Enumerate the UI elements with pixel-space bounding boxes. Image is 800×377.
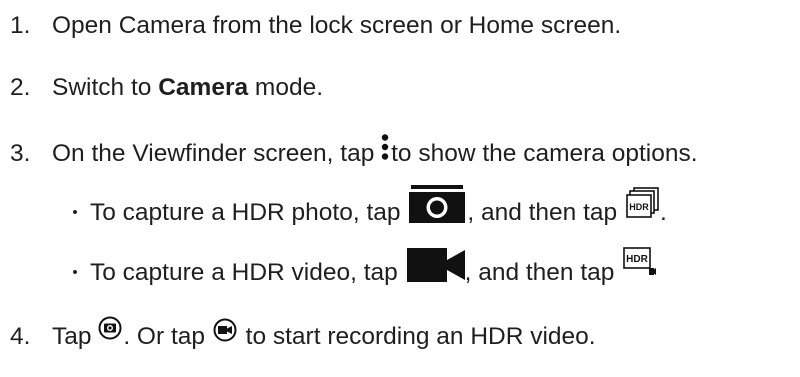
step-text: Open Camera from the lock screen or Home… bbox=[52, 12, 622, 39]
substep-text-middle: , and then tap bbox=[464, 258, 622, 286]
step-4: 4. Tap . Or tap to start recording an HD… bbox=[0, 316, 596, 353]
step-3: 3. On the Viewfinder screen, tap to show… bbox=[0, 134, 698, 173]
step-text-before: Switch to bbox=[52, 74, 159, 101]
hdr-photo-icon-text: HDR bbox=[629, 202, 649, 212]
step-number: 3. bbox=[10, 139, 31, 167]
step-text-after: to start recording an HDR video. bbox=[238, 323, 596, 350]
substep-hdr-video: • To capture a HDR video, tap , and then… bbox=[0, 247, 657, 291]
more-options-icon bbox=[381, 134, 389, 169]
shutter-icon bbox=[98, 316, 122, 349]
step-1: 1. Open Camera from the lock screen or H… bbox=[0, 10, 621, 42]
bullet: • bbox=[72, 263, 78, 281]
step-number: 1. bbox=[10, 12, 31, 39]
substep-text-after: . bbox=[659, 198, 667, 226]
substep-text-before: To capture a HDR video, tap bbox=[90, 258, 405, 286]
step-number: 2. bbox=[10, 74, 31, 101]
step-number: 4. bbox=[10, 323, 31, 350]
camera-mode-label: Camera bbox=[158, 74, 249, 101]
step-text-before: On the Viewfinder screen, tap bbox=[52, 139, 382, 167]
video-mode-icon bbox=[406, 248, 465, 291]
step-text-after: mode. bbox=[248, 74, 324, 101]
substep-text-middle: , and then tap bbox=[467, 198, 624, 226]
step-2: 2. Switch to Camera mode. bbox=[0, 72, 323, 104]
step-text-before: Tap bbox=[52, 323, 99, 350]
hdr-video-icon: HDR bbox=[623, 246, 657, 287]
photo-mode-icon bbox=[409, 185, 466, 232]
bullet: • bbox=[72, 203, 78, 221]
substep-hdr-photo: • To capture a HDR photo, tap , and then… bbox=[0, 185, 667, 232]
hdr-photo-icon: HDR bbox=[626, 187, 660, 228]
substep-text-before: To capture a HDR photo, tap bbox=[90, 198, 408, 226]
hdr-video-icon-text: HDR bbox=[626, 254, 648, 265]
step-text-middle: . Or tap bbox=[123, 323, 212, 350]
record-icon bbox=[213, 318, 237, 351]
step-text-after: to show the camera options. bbox=[391, 139, 698, 167]
